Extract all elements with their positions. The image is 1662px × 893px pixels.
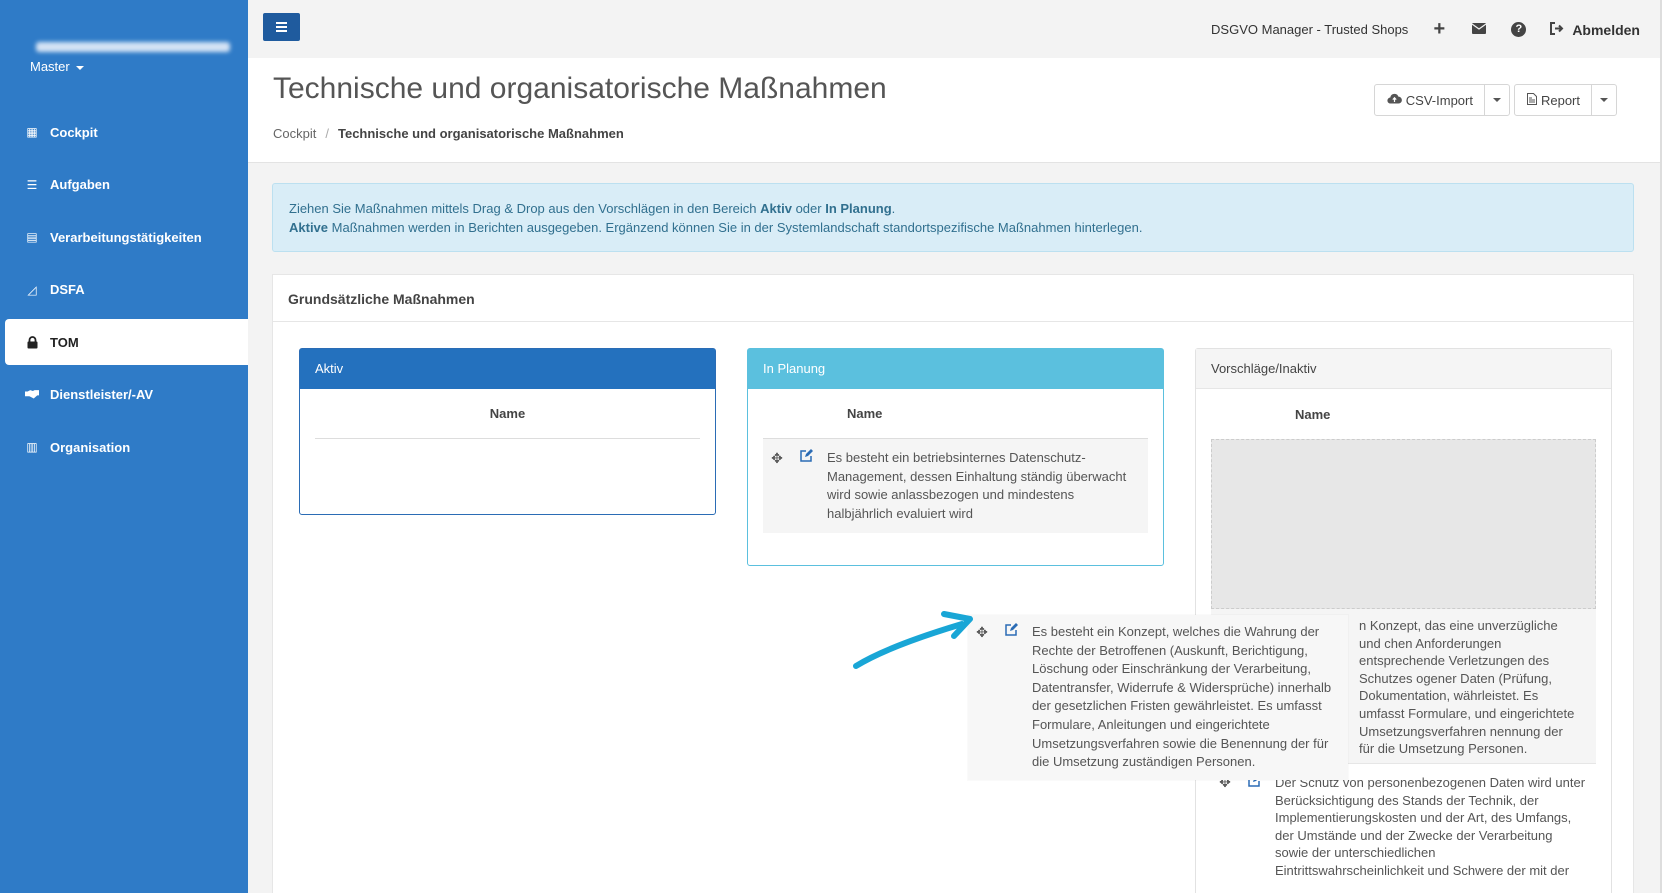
alert-text: . bbox=[891, 201, 896, 216]
lock-icon bbox=[25, 335, 39, 349]
report-button-group: Report bbox=[1513, 84, 1617, 116]
caret-down-icon bbox=[1600, 98, 1608, 102]
column-header-name: Name bbox=[763, 389, 1148, 439]
sign-out-icon bbox=[1550, 21, 1564, 38]
column-header-name: Name bbox=[1295, 406, 1331, 422]
sidebar-item-label: Dienstleister/-AV bbox=[50, 387, 154, 402]
master-dropdown[interactable]: Master bbox=[30, 59, 84, 74]
topbar: DSGVO Manager - Trusted Shops + ? Abmeld… bbox=[248, 0, 1662, 56]
sidebar-item-organisation[interactable]: ▥ Organisation bbox=[0, 424, 248, 470]
hamburger-icon bbox=[276, 22, 287, 24]
sidebar-item-cockpit[interactable]: ▦ Cockpit bbox=[0, 109, 248, 155]
sidebar-item-tom[interactable]: TOM bbox=[5, 319, 248, 365]
column-aktiv-body: Name bbox=[300, 389, 715, 439]
alert-line-1: Ziehen Sie Maßnahmen mittels Drag & Drop… bbox=[289, 199, 1617, 218]
table-icon: ▤ bbox=[26, 230, 38, 244]
sidebar-item-label: TOM bbox=[50, 334, 79, 350]
cloud-upload-icon bbox=[1387, 93, 1402, 107]
alert-line-2: Aktive Maßnahmen werden in Berichten aus… bbox=[289, 218, 1617, 237]
report-label: Report bbox=[1540, 92, 1580, 108]
alert-bold-aktiv: Aktiv bbox=[760, 201, 792, 216]
measures-panel: Grundsätzliche Maßnahmen Aktiv Name In P… bbox=[272, 274, 1634, 893]
alert-bold-aktive: Aktive bbox=[289, 220, 329, 235]
move-icon[interactable]: ✥ bbox=[1211, 774, 1239, 880]
list-icon: ☰ bbox=[26, 177, 38, 192]
sidebar-item-label: Organisation bbox=[50, 439, 131, 455]
handshake-icon bbox=[25, 388, 39, 402]
hamburger-icon-bar bbox=[276, 26, 287, 28]
alert-text: Maßnahmen werden in Berichten ausgegeben… bbox=[328, 220, 1143, 235]
move-icon[interactable]: ✥ bbox=[763, 449, 791, 523]
dragging-list-item[interactable]: ✥ Es besteht ein Konzept, welches die Wa… bbox=[968, 615, 1348, 780]
breadcrumb-separator: / bbox=[325, 126, 329, 141]
breadcrumb-home[interactable]: Cockpit bbox=[273, 126, 316, 141]
menu-toggle-button[interactable] bbox=[263, 13, 300, 41]
topbar-right: DSGVO Manager - Trusted Shops + ? Abmeld… bbox=[1211, 18, 1640, 41]
measure-text: Es besteht ein betriebsinternes Datensch… bbox=[827, 450, 1127, 521]
chart-bar-icon: ▦ bbox=[26, 125, 38, 139]
column-vorschlaege-title: Vorschläge/Inaktiv bbox=[1196, 349, 1611, 389]
sidebar-item-label: Aufgaben bbox=[50, 177, 110, 192]
edit-icon[interactable] bbox=[996, 623, 1026, 780]
sidebar-item-label: Verarbeitungstätigkeiten bbox=[50, 229, 202, 245]
report-dropdown-toggle[interactable] bbox=[1592, 85, 1616, 115]
logout-button[interactable]: Abmelden bbox=[1550, 21, 1640, 38]
breadcrumb: Cockpit / Technische und organisatorische … bbox=[273, 126, 624, 141]
csv-import-dropdown-toggle[interactable] bbox=[1485, 85, 1509, 115]
column-in-planung[interactable]: In Planung Name ✥ Es besteht ein betrieb… bbox=[747, 348, 1164, 566]
sidebar-item-dienstleister[interactable]: Dienstleister/-AV bbox=[0, 372, 248, 418]
measure-text: Es besteht ein Konzept, welches die Wahr… bbox=[1032, 624, 1332, 770]
caret-down-icon bbox=[1492, 98, 1501, 102]
csv-import-label: CSV-Import bbox=[1405, 92, 1473, 108]
alert-bold-in-planung: In Planung bbox=[825, 201, 892, 216]
sidebar-item-label: DSFA bbox=[50, 282, 85, 297]
info-alert: Ziehen Sie Maßnahmen mittels Drag & Drop… bbox=[272, 183, 1634, 252]
page-header: Technische und organisatorische Maßnahme… bbox=[248, 58, 1662, 163]
sidebar-item-aufgaben[interactable]: ☰ Aufgaben bbox=[0, 162, 248, 208]
column-aktiv[interactable]: Aktiv Name bbox=[299, 348, 716, 515]
csv-import-button-group: CSV-Import bbox=[1373, 84, 1510, 116]
list-item[interactable]: ✥ Der Schutz von personenbezogenen Daten… bbox=[1211, 764, 1596, 890]
sidebar-item-label: Cockpit bbox=[50, 124, 98, 140]
edit-icon[interactable] bbox=[791, 449, 821, 523]
column-aktiv-title: Aktiv bbox=[300, 349, 715, 389]
logout-label: Abmelden bbox=[1572, 21, 1640, 38]
account-name-blurred bbox=[36, 42, 230, 52]
csv-import-button[interactable]: CSV-Import bbox=[1375, 85, 1485, 115]
master-label: Master bbox=[30, 59, 70, 74]
app-title: DSGVO Manager - Trusted Shops bbox=[1211, 22, 1409, 37]
sidebar-item-dsfa[interactable]: ◿ DSFA bbox=[0, 267, 248, 313]
envelope-icon[interactable] bbox=[1471, 21, 1487, 38]
list-item[interactable]: ✥ Es besteht ein betriebsinternes Datens… bbox=[763, 439, 1148, 533]
edit-icon[interactable] bbox=[1239, 774, 1269, 880]
alert-text: Ziehen Sie Maßnahmen mittels Drag & Drop… bbox=[289, 201, 761, 216]
header-actions: CSV-Import Report bbox=[1370, 84, 1617, 116]
page-title: Technische und organisatorische Maßnahme… bbox=[273, 72, 887, 105]
sidebar: Master ▦ Cockpit ☰ Aufgaben ▤ Verarbeitu… bbox=[0, 0, 248, 893]
column-in-planung-title: In Planung bbox=[748, 349, 1163, 389]
breadcrumb-current: Technische und organisatorische Maßnahme… bbox=[337, 126, 624, 141]
annotation-arrow-icon bbox=[853, 611, 973, 669]
drop-placeholder bbox=[1211, 439, 1596, 609]
panel-title: Grundsätzliche Maßnahmen bbox=[273, 275, 1633, 322]
measure-text: Der Schutz von personenbezogenen Daten w… bbox=[1275, 775, 1586, 878]
chart-line-icon: ◿ bbox=[27, 282, 37, 297]
alert-text: oder bbox=[791, 201, 826, 216]
sidebar-item-verarbeitungstaetigkeiten[interactable]: ▤ Verarbeitungstätigkeiten bbox=[0, 214, 248, 260]
column-header-name: Name bbox=[315, 389, 700, 439]
sidebar-nav: ▦ Cockpit ☰ Aufgaben ▤ Verarbeitungstäti… bbox=[0, 109, 248, 477]
caret-down-icon bbox=[75, 65, 84, 70]
help-icon[interactable]: ? bbox=[1511, 22, 1527, 37]
plus-icon[interactable]: + bbox=[1431, 18, 1447, 41]
building-icon: ▥ bbox=[26, 440, 38, 454]
hamburger-icon-bar bbox=[276, 30, 287, 32]
file-pdf-icon bbox=[1526, 92, 1537, 108]
column-in-planung-body: Name ✥ Es besteht ein betriebsinternes D… bbox=[748, 389, 1163, 533]
measure-text: n Konzept, das eine unverzügliche und ch… bbox=[1359, 618, 1575, 757]
report-button[interactable]: Report bbox=[1515, 85, 1592, 115]
